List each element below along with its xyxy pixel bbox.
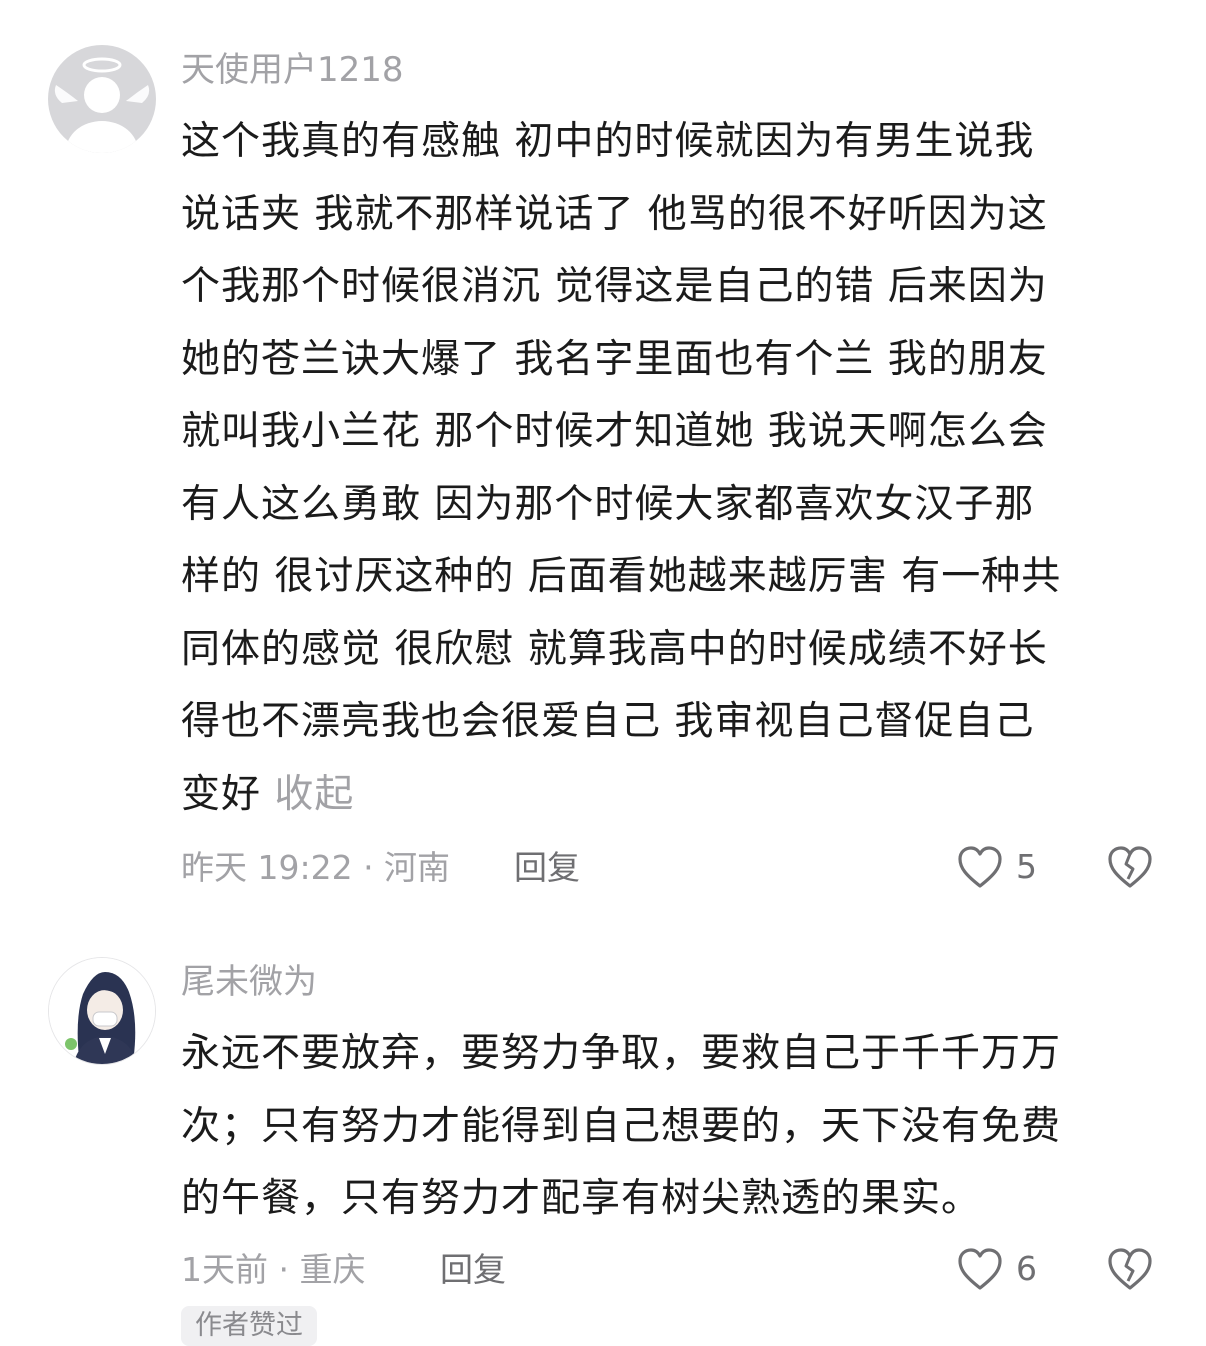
comment-line: 说话夹 我就不那样说话了 他骂的很不好听因为这: [181, 191, 1048, 237]
angel-avatar-icon: [48, 45, 156, 153]
comment-line: 同体的感觉 很欣慰 就算我高中的时候成绩不好长: [181, 626, 1048, 672]
comment-line: 得也不漂亮我也会很爱自己 我审视自己督促自己: [181, 699, 1035, 744]
reply-button[interactable]: 回复: [440, 1248, 506, 1292]
dislike-button[interactable]: [1106, 844, 1154, 894]
avatar[interactable]: [48, 957, 156, 1065]
heart-icon: [958, 846, 1002, 888]
broken-heart-icon: [1108, 1248, 1152, 1290]
comment-line: 她的苍兰诀大爆了 我名字里面也有个兰 我的朋友: [181, 336, 1048, 382]
like-count: 6: [1016, 1249, 1037, 1288]
comment-line: 的午餐，只有努力才配享有树尖熟透的果实。: [181, 1176, 982, 1221]
like-button[interactable]: 6: [956, 1246, 1037, 1292]
comment-line: 就叫我小兰花 那个时候才知道她 我说天啊怎么会: [181, 409, 1048, 454]
comment-line: 这个我真的有感触 初中的时候就因为有男生说我: [181, 119, 1035, 164]
author-liked-badge: 作者赞过: [181, 1306, 317, 1346]
dislike-button[interactable]: [1106, 1246, 1154, 1296]
broken-heart-icon: [1108, 846, 1152, 888]
collapse-button[interactable]: 收起: [274, 772, 354, 817]
comment-line: 次；只有努力才能得到自己想要的，天下没有免费: [181, 1103, 1062, 1149]
comment-text: 这个我真的有感触 初中的时候就因为有男生说我 说话夹 我就不那样说话了 他骂的很…: [181, 106, 1171, 831]
comment-line: 有人这么勇敢 因为那个时候大家都喜欢女汉子那: [181, 481, 1035, 527]
avatar[interactable]: [48, 45, 156, 153]
like-count: 5: [1016, 847, 1037, 886]
comment-line: 永远不要放弃，要努力争取，要救自己于千千万万: [181, 1031, 1062, 1076]
like-button[interactable]: 5: [956, 844, 1037, 890]
anime-girl-avatar: [49, 958, 155, 1064]
reply-button[interactable]: 回复: [514, 846, 580, 890]
comment-line-text: 变好: [181, 771, 262, 817]
username[interactable]: 尾未微为: [181, 960, 317, 1004]
comment-line: 样的 很讨厌这种的 后面看她越来越厉害 有一种共: [181, 554, 1062, 599]
comment-line-last: 变好 收起: [181, 759, 1171, 832]
comment-meta: 1天前 · 重庆: [181, 1250, 366, 1289]
heart-icon: [958, 1248, 1002, 1290]
comment-text: 永远不要放弃，要努力争取，要救自己于千千万万 次；只有努力才能得到自己想要的，天…: [181, 1018, 1171, 1236]
comment-line: 个我那个时候很消沉 觉得这是自己的错 后来因为: [181, 264, 1048, 309]
comment-meta: 昨天 19:22 · 河南: [181, 848, 451, 887]
username[interactable]: 天使用户1218: [181, 48, 404, 92]
